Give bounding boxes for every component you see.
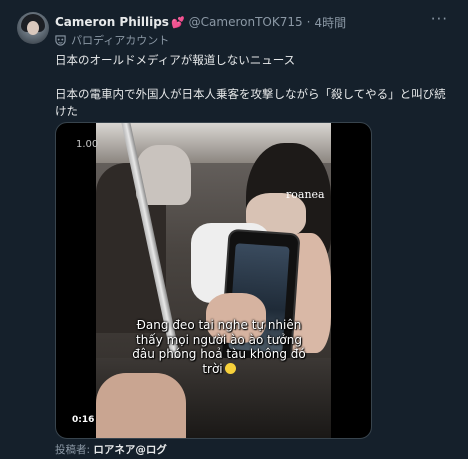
- video-player[interactable]: roanea 1.00 Đang đeo tai nghe tự nhiên t…: [55, 122, 372, 439]
- name-badge: 💕: [170, 15, 185, 29]
- playback-speed[interactable]: 1.00: [76, 139, 98, 150]
- poster-name[interactable]: ロアネア@ログ: [93, 444, 167, 456]
- separator-dot: ·: [306, 15, 311, 29]
- timestamp[interactable]: 4時間: [314, 14, 346, 31]
- parody-label: パロディアカウント: [55, 32, 169, 48]
- user-handle[interactable]: @CameronTOK715: [189, 15, 303, 29]
- video-watermark: roanea: [286, 188, 325, 201]
- tweet-header: Cameron Phillips 💕 @CameronTOK715 · 4時間: [55, 12, 455, 32]
- caption-line-2: thấy mọi người ào ào tưởng: [136, 332, 302, 347]
- video-caption: Đang đeo tai nghe tự nhiên thấy mọi ngườ…: [109, 318, 329, 376]
- caption-line-1: Đang đeo tai nghe tự nhiên: [136, 318, 302, 332]
- tweet-text: 日本のオールドメディアが報道しないニュース 日本の電車内で外国人が日本人乗客を攻…: [55, 52, 455, 120]
- display-name[interactable]: Cameron Phillips: [55, 15, 169, 29]
- grimacing-face-emoji: [224, 362, 236, 374]
- poster-label: 投稿者:: [55, 444, 91, 456]
- more-options-icon[interactable]: ···: [431, 10, 448, 28]
- poster-attribution: 投稿者: ロアネア@ログ: [55, 442, 167, 457]
- video-elapsed-time: 0:16: [72, 415, 95, 425]
- caption-line-3: đâu phóng hoả tàu không đó: [132, 347, 306, 361]
- caption-line-4: trời: [109, 362, 329, 377]
- tweet-text-line-1: 日本のオールドメディアが報道しないニュース: [55, 53, 296, 67]
- tweet-text-line-2: 日本の電車内で外国人が日本人乗客を攻撃しながら「殺してやる」と叫び続けた: [55, 87, 446, 118]
- tweet-card[interactable]: Cameron Phillips 💕 @CameronTOK715 · 4時間 …: [0, 0, 468, 459]
- parody-label-text: パロディアカウント: [71, 34, 170, 47]
- avatar[interactable]: [17, 12, 49, 44]
- video-frame[interactable]: roanea: [96, 123, 331, 438]
- parody-mask-icon: [55, 34, 66, 46]
